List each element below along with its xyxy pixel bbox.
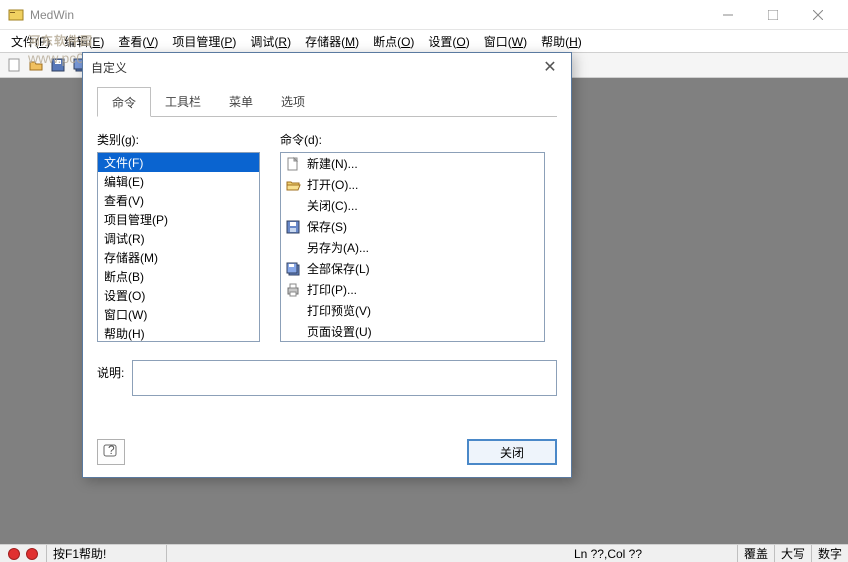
menu-item[interactable]: 存储器(M) xyxy=(298,31,366,52)
command-item[interactable]: 页面设置(U) xyxy=(281,321,544,342)
svg-text:?: ? xyxy=(108,444,115,457)
help-icon: ? xyxy=(103,444,119,460)
command-item[interactable]: 打开(O)... xyxy=(281,174,544,195)
command-item[interactable]: 新建(N)... xyxy=(281,153,544,174)
help-button[interactable]: ? xyxy=(97,439,125,465)
category-item[interactable]: 断点(B) xyxy=(98,267,259,286)
menu-item[interactable]: 设置(O) xyxy=(421,31,476,52)
blank-icon xyxy=(285,303,301,319)
dialog-title: 自定义 xyxy=(91,59,537,76)
customize-dialog: 自定义 ✕ 命令工具栏菜单选项 类别(g): 文件(F)编辑(E)查看(V)项目… xyxy=(82,52,572,478)
tab[interactable]: 菜单 xyxy=(215,87,267,116)
category-item[interactable]: 存储器(M) xyxy=(98,248,259,267)
close-button[interactable] xyxy=(795,0,840,30)
dialog-close-footer-button[interactable]: 关闭 xyxy=(467,439,557,465)
blank-icon xyxy=(285,324,301,340)
category-item[interactable]: 窗口(W) xyxy=(98,305,259,324)
menu-item[interactable]: 查看(V) xyxy=(111,31,165,52)
command-item[interactable]: 关闭(C)... xyxy=(281,195,544,216)
menu-item[interactable]: 调试(R) xyxy=(243,31,298,52)
description-label: 说明: xyxy=(97,360,124,396)
menu-item[interactable]: 断点(O) xyxy=(366,31,421,52)
command-label: 关闭(C)... xyxy=(307,197,358,214)
category-item[interactable]: 帮助(H) xyxy=(98,324,259,342)
menu-item[interactable]: 帮助(H) xyxy=(534,31,589,52)
command-label: 页面设置(U) xyxy=(307,323,372,340)
new-icon xyxy=(285,156,301,172)
command-label: 另存为(A)... xyxy=(307,239,369,256)
menubar: 文件(F)编辑(E)查看(V)项目管理(P)调试(R)存储器(M)断点(O)设置… xyxy=(0,30,848,52)
command-item[interactable]: 保存(S) xyxy=(281,216,544,237)
status-pos: Ln ??,Col ?? xyxy=(568,545,738,562)
save-button[interactable] xyxy=(48,55,68,75)
description-box xyxy=(132,360,557,396)
saveall-icon xyxy=(285,261,301,277)
command-label: 保存(S) xyxy=(307,218,347,235)
open-icon xyxy=(285,177,301,193)
command-label: 打印预览(V) xyxy=(307,302,371,319)
command-label: 打开(O)... xyxy=(307,176,358,193)
open-button[interactable] xyxy=(26,55,46,75)
record-dot-icon xyxy=(26,548,38,560)
save-icon xyxy=(285,219,301,235)
category-item[interactable]: 查看(V) xyxy=(98,191,259,210)
category-item[interactable]: 项目管理(P) xyxy=(98,210,259,229)
category-label: 类别(g): xyxy=(97,131,260,148)
print-icon xyxy=(285,282,301,298)
statusbar: 按F1帮助! Ln ??,Col ?? 覆盖 大写 数字 xyxy=(0,544,848,562)
record-dot-icon xyxy=(8,548,20,560)
command-item[interactable]: 打印(P)... xyxy=(281,279,544,300)
commands-listbox[interactable]: 新建(N)... 打开(O)... 关闭(C)... 保存(S) 另存为(A)... 全部… xyxy=(280,152,545,342)
status-overwrite: 覆盖 xyxy=(738,545,775,562)
tabstrip: 命令工具栏菜单选项 xyxy=(97,87,557,117)
tab[interactable]: 命令 xyxy=(97,87,151,117)
maximize-button[interactable] xyxy=(750,0,795,30)
tab[interactable]: 选项 xyxy=(267,87,319,116)
menu-item[interactable]: 文件(F) xyxy=(4,31,57,52)
main-titlebar: MedWin xyxy=(0,0,848,30)
category-item[interactable]: 文件(F) xyxy=(98,153,259,172)
status-caps: 大写 xyxy=(775,545,812,562)
command-item[interactable]: 全部保存(L) xyxy=(281,258,544,279)
command-item[interactable]: 另存为(A)... xyxy=(281,237,544,258)
category-item[interactable]: 设置(O) xyxy=(98,286,259,305)
command-item[interactable]: 打印预览(V) xyxy=(281,300,544,321)
dialog-close-button[interactable]: ✕ xyxy=(537,57,563,77)
blank-icon xyxy=(285,198,301,214)
commands-label: 命令(d): xyxy=(280,131,545,148)
minimize-button[interactable] xyxy=(705,0,750,30)
app-title: MedWin xyxy=(30,8,705,22)
status-hint: 按F1帮助! xyxy=(47,545,167,562)
category-item[interactable]: 编辑(E) xyxy=(98,172,259,191)
dialog-titlebar: 自定义 ✕ xyxy=(83,53,571,81)
category-item[interactable]: 调试(R) xyxy=(98,229,259,248)
blank-icon xyxy=(285,240,301,256)
new-button[interactable] xyxy=(4,55,24,75)
menu-item[interactable]: 编辑(E) xyxy=(57,31,111,52)
status-num: 数字 xyxy=(812,545,848,562)
app-icon xyxy=(8,7,24,23)
command-label: 全部保存(L) xyxy=(307,260,370,277)
command-label: 新建(N)... xyxy=(307,155,358,172)
menu-item[interactable]: 窗口(W) xyxy=(477,31,534,52)
tab[interactable]: 工具栏 xyxy=(151,87,215,116)
command-label: 打印(P)... xyxy=(307,281,357,298)
menu-item[interactable]: 项目管理(P) xyxy=(165,31,243,52)
category-listbox[interactable]: 文件(F)编辑(E)查看(V)项目管理(P)调试(R)存储器(M)断点(B)设置… xyxy=(97,152,260,342)
